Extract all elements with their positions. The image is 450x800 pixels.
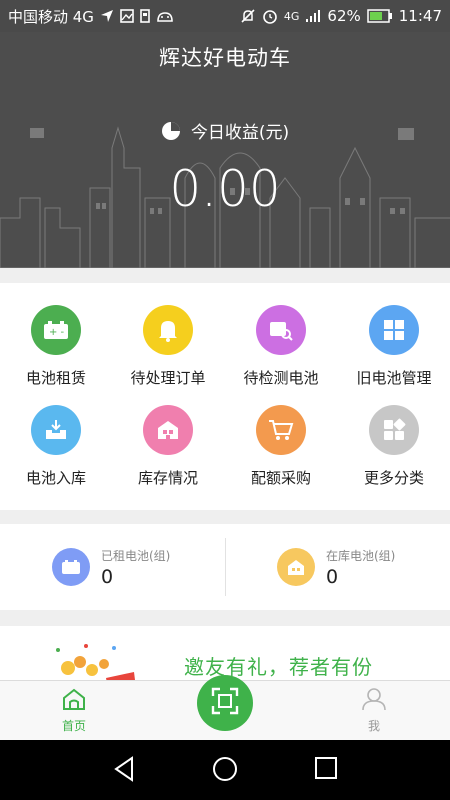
grid-item-quota-purchase[interactable]: 配额采购 xyxy=(225,405,337,505)
location-icon xyxy=(100,9,114,23)
tab-label: 我 xyxy=(367,719,380,733)
grid-item-battery-storage[interactable]: 电池入库 xyxy=(0,405,112,505)
grid-label: 库存情况 xyxy=(137,469,198,487)
home-button[interactable] xyxy=(212,756,238,786)
more-icon xyxy=(369,405,419,455)
back-button[interactable] xyxy=(112,756,136,786)
grid-label: 配额采购 xyxy=(250,469,311,487)
grid-item-battery-rental[interactable]: + - 电池租赁 xyxy=(0,305,112,405)
system-navigation-bar xyxy=(0,740,450,800)
grid-item-inventory-status[interactable]: 库存情况 xyxy=(112,405,224,505)
warehouse-icon xyxy=(143,405,193,455)
app-title: 辉达好电动车 xyxy=(159,46,291,70)
tab-home[interactable]: 首页 xyxy=(34,687,114,734)
image-icon xyxy=(120,9,134,23)
sim-icon xyxy=(140,9,150,23)
user-icon xyxy=(361,687,387,715)
android-icon xyxy=(156,9,174,23)
gift-coins-icon xyxy=(56,644,136,686)
grid-label: 电池租赁 xyxy=(25,369,86,387)
scan-icon xyxy=(211,687,239,719)
grid-label: 旧电池管理 xyxy=(356,369,432,387)
tab-label: 首页 xyxy=(61,719,86,733)
grid-label: 待处理订单 xyxy=(130,369,206,387)
warehouse-icon xyxy=(277,548,315,586)
tab-me[interactable]: 我 xyxy=(334,687,414,734)
battery-icon xyxy=(367,9,393,23)
stat-label: 已租电池(组) xyxy=(101,548,171,563)
stat-label: 在库电池(组) xyxy=(326,548,396,563)
home-icon xyxy=(61,687,87,715)
bell-icon xyxy=(143,305,193,355)
grid-item-more-categories[interactable]: 更多分类 xyxy=(338,405,450,505)
svg-text:+ -: + - xyxy=(49,327,65,338)
stat-rented-batteries[interactable]: 已租电池(组) 0 xyxy=(0,524,225,610)
mute-icon xyxy=(240,8,256,24)
grid-label: 更多分类 xyxy=(363,469,424,487)
stat-stocked-batteries[interactable]: 在库电池(组) 0 xyxy=(225,524,450,610)
inbox-icon xyxy=(31,405,81,455)
battery-icon xyxy=(52,548,90,586)
recents-button[interactable] xyxy=(314,756,338,784)
stat-value: 0 xyxy=(326,565,339,588)
signal-icon xyxy=(305,9,321,23)
function-grid: + - 电池租赁 待处理订单 待检测电池 旧电池管理 电池入库 库存情况 配额采… xyxy=(0,283,450,510)
income-value: 0.00 xyxy=(169,160,281,218)
clock-time: 11:47 xyxy=(398,7,442,25)
network-label: 4G xyxy=(283,9,300,23)
cart-icon xyxy=(256,405,306,455)
battery-stats: 已租电池(组) 0 在库电池(组) 0 xyxy=(0,524,450,610)
income-label: 今日收益(元) xyxy=(190,123,290,143)
carrier-label: 中国移动 4G xyxy=(8,7,94,26)
battery-check-icon xyxy=(256,305,306,355)
pie-chart-icon xyxy=(161,121,181,141)
battery-icon: + - xyxy=(31,305,81,355)
grid-item-pending-orders[interactable]: 待处理订单 xyxy=(112,305,224,405)
grid-label: 电池入库 xyxy=(25,469,86,487)
stat-value: 0 xyxy=(101,565,114,588)
scan-button[interactable] xyxy=(197,675,253,731)
header: 辉达好电动车 今日收益(元) 0.00 xyxy=(0,32,450,268)
income-row: 今日收益(元) xyxy=(0,118,450,143)
grid-manage-icon xyxy=(369,305,419,355)
grid-item-old-battery-management[interactable]: 旧电池管理 xyxy=(338,305,450,405)
status-bar: 中国移动 4G 4G 62% 11:47 xyxy=(0,0,450,32)
alarm-icon xyxy=(262,8,278,24)
battery-percent: 62% xyxy=(327,7,361,25)
grid-label: 待检测电池 xyxy=(243,369,319,387)
banner-text: 邀友有礼，荐者有份 xyxy=(184,655,373,679)
grid-item-battery-inspection[interactable]: 待检测电池 xyxy=(225,305,337,405)
